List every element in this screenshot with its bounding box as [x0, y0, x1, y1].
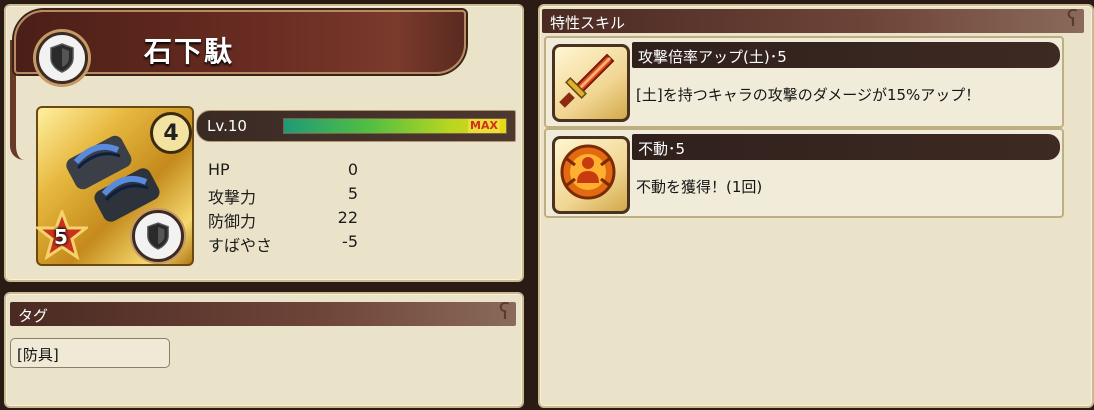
item-name: 石下駄: [144, 35, 235, 68]
name-banner: 石下駄: [14, 10, 466, 84]
stat-row-speed: すばやさ -5: [208, 232, 358, 256]
tag-item[interactable]: [防具]: [10, 338, 170, 368]
level-label: Lv.10: [207, 117, 247, 135]
curl-ornament-icon: ʕ: [1066, 7, 1078, 32]
level-row: Lv.10 MAX: [196, 110, 516, 142]
rank-badge: 4: [150, 112, 192, 154]
skills-header: 特性スキル ʕ: [542, 7, 1084, 33]
max-label: MAX: [468, 119, 500, 133]
stat-label: HP: [208, 160, 230, 179]
stats-list: HP 0 攻撃力 5 防御力 22 すばやさ -5: [208, 160, 358, 256]
shield-emblem-icon: [36, 32, 88, 84]
sword-icon: [552, 44, 630, 122]
stat-value: 5: [347, 184, 358, 203]
stat-label: 攻撃力: [208, 188, 257, 207]
tags-header-label: タグ: [18, 307, 49, 325]
immovable-icon: [552, 136, 630, 214]
level-progress-bar: MAX: [283, 118, 507, 134]
stat-label: すばやさ: [208, 236, 273, 255]
star-count: 5: [54, 225, 68, 249]
skill-title: 攻撃倍率アップ(土)･5: [638, 48, 787, 66]
tags-header: タグ ʕ: [10, 300, 516, 326]
skills-header-label: 特性スキル: [550, 14, 626, 32]
skill-title: 不動･5: [638, 140, 686, 158]
stat-value: 0: [347, 160, 358, 179]
skill-card[interactable]: 攻撃倍率アップ(土)･5 [土]を持つキャラの攻撃のダメージが15%アップ！: [544, 36, 1064, 128]
skill-title-bar: 攻撃倍率アップ(土)･5: [632, 42, 1060, 68]
curl-ornament-icon: ʕ: [498, 300, 510, 325]
stat-value: 22: [337, 208, 358, 227]
skill-description: 不動を獲得！(1回): [636, 178, 763, 196]
skill-description: [土]を持つキャラの攻撃のダメージが15%アップ！: [636, 86, 981, 104]
stat-row-hp: HP 0: [208, 160, 358, 184]
stat-value: -5: [342, 232, 358, 251]
stat-row-attack: 攻撃力 5: [208, 184, 358, 208]
stat-label: 防御力: [208, 212, 257, 231]
skill-title-bar: 不動･5: [632, 134, 1060, 160]
shield-icon: [132, 210, 184, 262]
tag-label: [防具]: [17, 346, 59, 364]
skill-card[interactable]: 不動･5 不動を獲得！(1回): [544, 128, 1064, 218]
stat-row-defense: 防御力 22: [208, 208, 358, 232]
